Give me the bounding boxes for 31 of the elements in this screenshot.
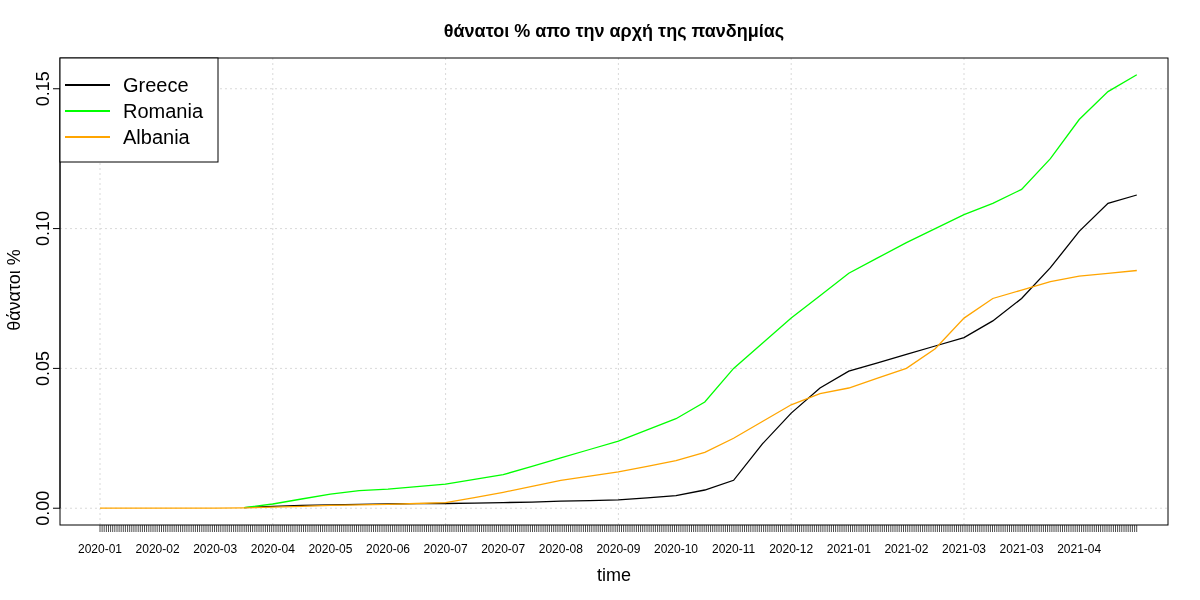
y-tick-label: 0.05 — [33, 350, 53, 386]
x-tick-label: 2020-07 — [481, 542, 526, 556]
y-axis-label: θάνατοι % — [4, 249, 24, 331]
legend-line — [64, 110, 111, 112]
legend-label: Greece — [123, 74, 189, 96]
x-tick-label: 2020-03 — [193, 542, 238, 556]
x-tick-label: 2021-02 — [884, 542, 929, 556]
x-tick-label: 2020-02 — [135, 542, 180, 556]
x-tick-label: 2021-04 — [1057, 542, 1102, 556]
x-tick-label: 2020-06 — [366, 542, 410, 556]
y-tick-label: 0.15 — [33, 71, 53, 107]
x-tick-label: 2020-07 — [423, 542, 468, 556]
legend-label: Albania — [123, 126, 190, 148]
x-tick-label: 2020-01 — [78, 542, 122, 556]
x-tick-label: 2020-10 — [654, 542, 698, 556]
legend-line — [64, 136, 111, 138]
x-tick-label: 2020-12 — [769, 542, 814, 556]
x-tick-label: 2020-11 — [712, 542, 756, 556]
x-tick-label: 2021-03 — [942, 542, 986, 556]
x-tick-label: 2020-05 — [308, 542, 353, 556]
x-tick-label: 2020-09 — [596, 542, 641, 556]
chart-title: θάνατοι % απο την αρχή της πανδημίας — [443, 21, 785, 41]
x-tick-label: 2021-03 — [999, 542, 1044, 556]
y-tick-label: 0.00 — [33, 490, 53, 526]
legend-label: Romania — [123, 100, 204, 122]
x-tick-label: 2020-04 — [250, 542, 295, 556]
x-axis-label: time — [597, 565, 631, 585]
x-tick-label: 2021-01 — [826, 542, 871, 556]
legend-line — [64, 84, 111, 86]
y-tick-label: 0.10 — [33, 211, 53, 247]
x-tick-label: 2020-08 — [538, 542, 583, 556]
